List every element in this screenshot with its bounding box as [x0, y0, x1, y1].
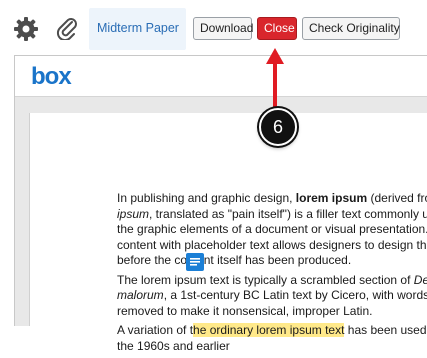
callout-arrow	[273, 58, 277, 108]
box-logo: box	[31, 64, 73, 88]
paperclip-icon[interactable]	[56, 16, 78, 40]
viewer-header	[15, 56, 427, 97]
comment-annotation-icon[interactable]	[186, 253, 204, 271]
paragraph: In publishing and graphic design, lorem …	[117, 191, 427, 267]
document-title[interactable]: Midterm Paper	[97, 21, 179, 35]
check-originality-button[interactable]: Check Originality	[302, 17, 400, 40]
highlighted-text[interactable]: he ordinary lorem ipsum text	[193, 323, 345, 337]
arrow-up-icon	[266, 48, 284, 64]
step-number-badge: 6	[259, 108, 297, 146]
gear-icon[interactable]	[13, 16, 39, 42]
close-button[interactable]: Close	[257, 17, 297, 40]
paragraph: The lorem ipsum text is typically a scra…	[117, 272, 427, 318]
paragraph: A variation of the ordinary lorem ipsum …	[117, 323, 427, 353]
svg-text:box: box	[31, 64, 72, 88]
document-text: In publishing and graphic design, lorem …	[117, 191, 427, 358]
toolbar: Midterm Paper Download Close Check Origi…	[0, 0, 427, 55]
download-button[interactable]: Download	[193, 17, 253, 40]
